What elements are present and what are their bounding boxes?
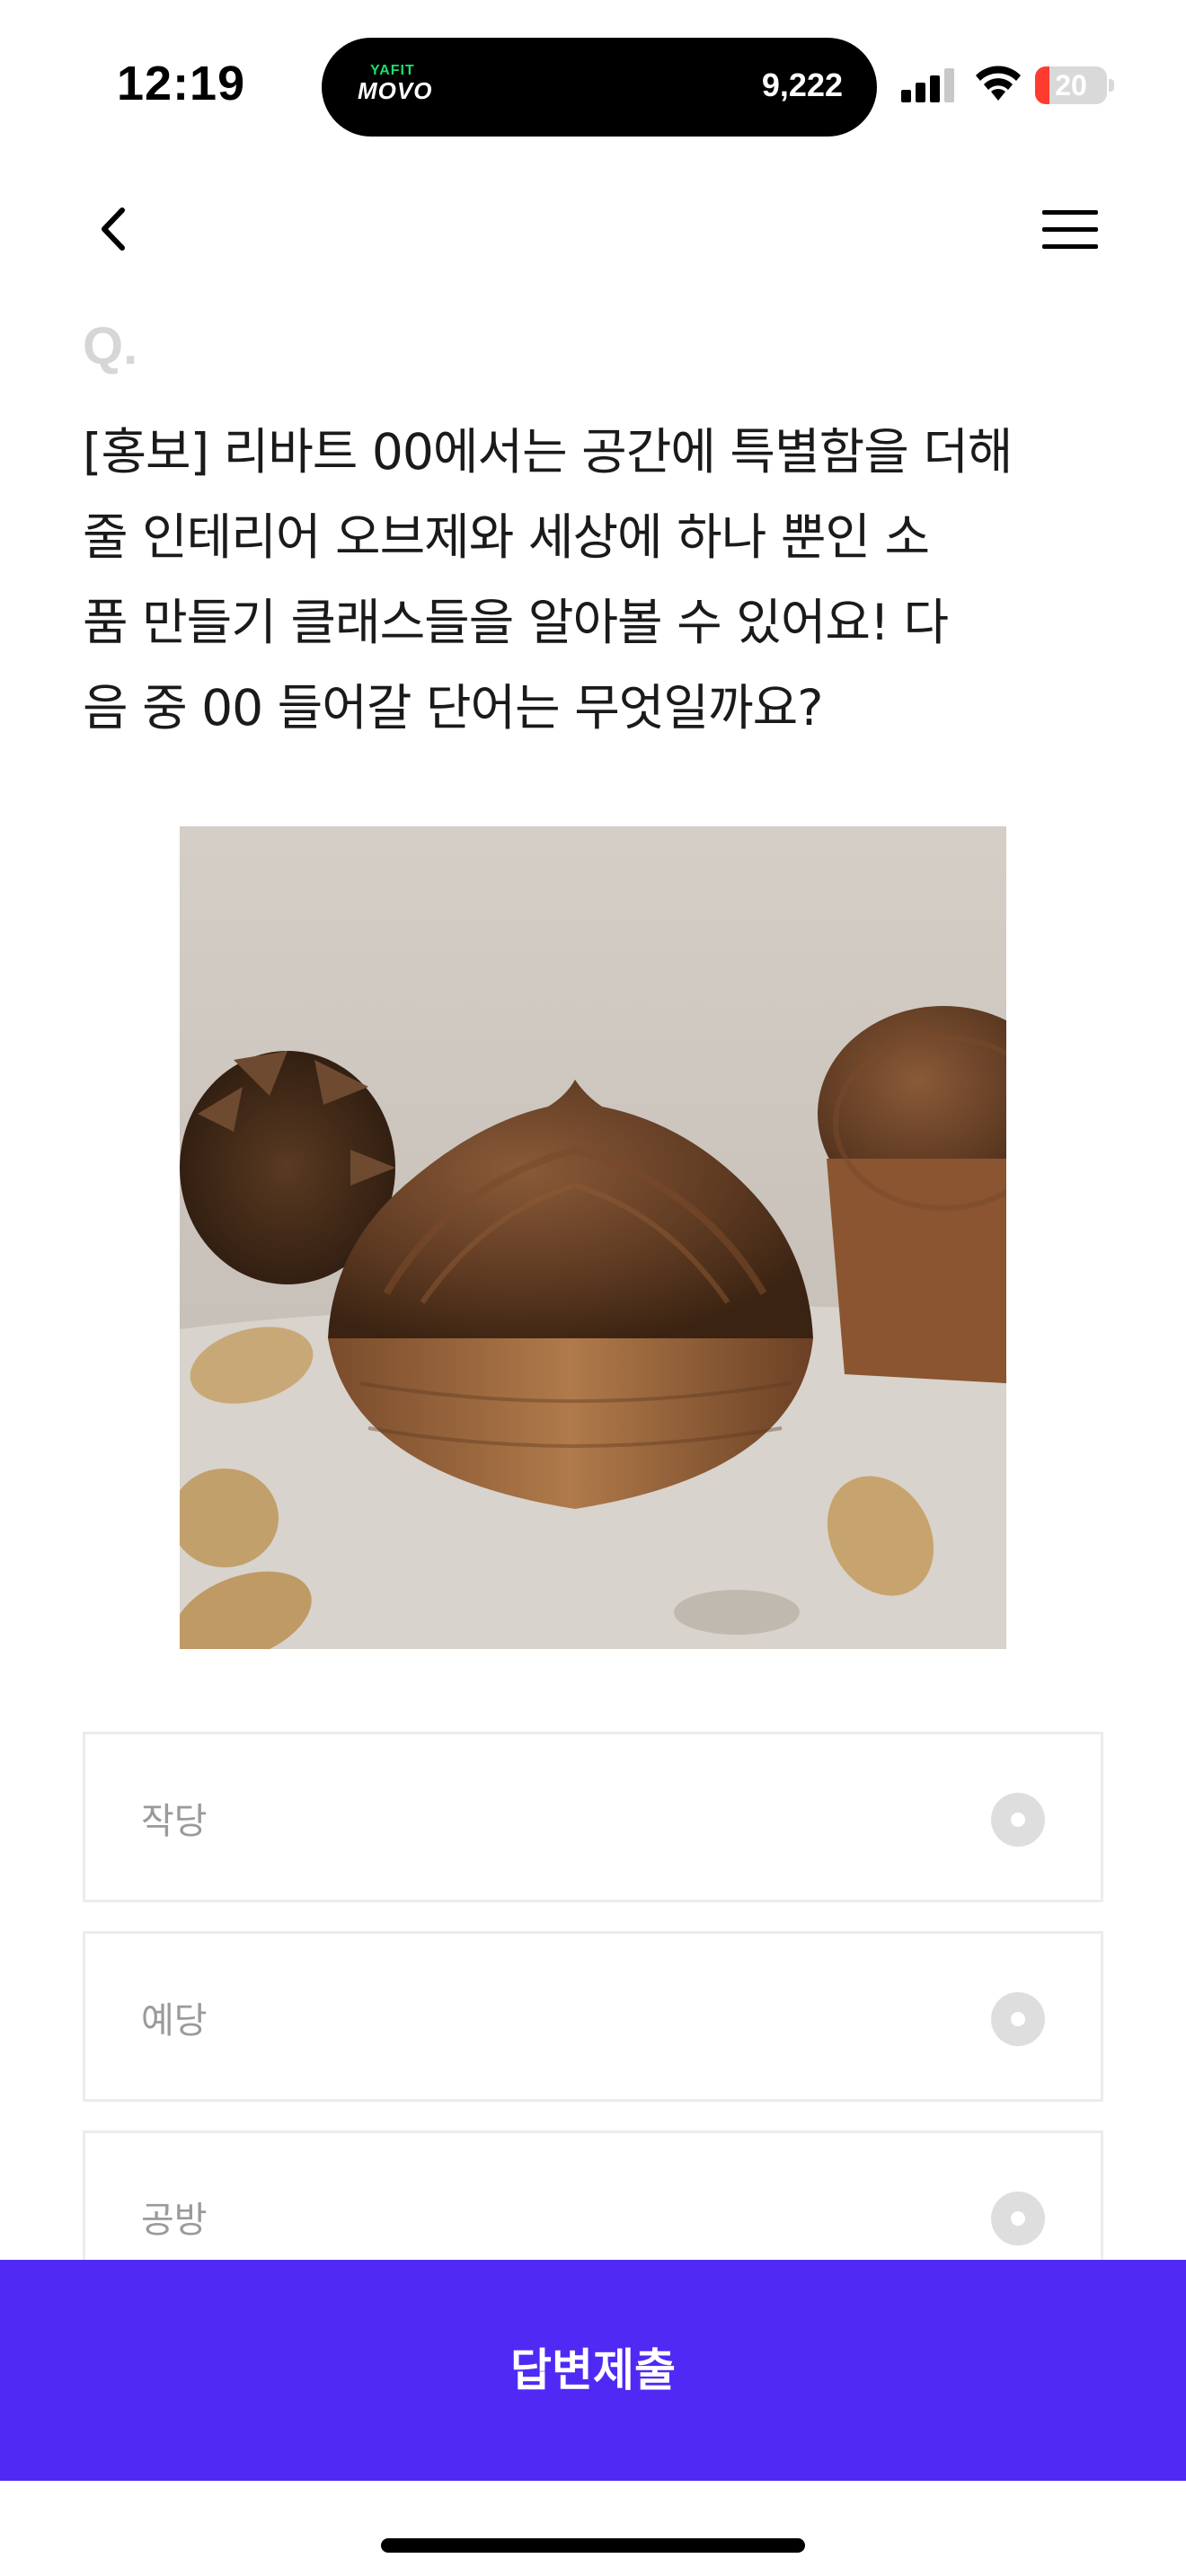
dynamic-island: YAFIT MOVO 9,222 xyxy=(322,38,877,137)
status-bar: 12:19 YAFIT MOVO 9,222 20 xyxy=(0,0,1186,171)
island-step-count: 9,222 xyxy=(761,66,843,103)
island-brand: MOVO xyxy=(358,77,433,104)
app-header xyxy=(0,171,1186,287)
home-indicator[interactable] xyxy=(381,2538,805,2553)
movo-logo: YAFIT MOVO xyxy=(358,63,438,117)
answer-option-label: 작당 xyxy=(141,1801,208,1842)
question-line: 음 중 00 들어갈 단어는 무엇일까요? xyxy=(83,679,823,737)
answer-option[interactable]: 작당 xyxy=(83,1732,1103,1902)
question-marker: Q. xyxy=(83,317,138,375)
hamburger-menu-icon[interactable] xyxy=(1033,198,1105,260)
submit-answer-button[interactable]: 답변제출 xyxy=(0,2260,1186,2481)
cellular-signal-icon xyxy=(901,66,957,102)
question-line: 품 만들기 클래스들을 알아볼 수 있어요! 다 xyxy=(83,594,949,651)
answer-option-label: 예당 xyxy=(141,2000,208,2042)
radio-button[interactable] xyxy=(991,1992,1045,2046)
question-line: [홍보] 리바트 00에서는 공간에 특별함을 더해 xyxy=(83,423,1013,481)
back-button[interactable] xyxy=(83,198,146,260)
answer-option-label: 공방 xyxy=(141,2200,208,2241)
battery-level-text: 20 xyxy=(1055,69,1087,101)
radio-button[interactable] xyxy=(991,1793,1045,1847)
question-text: [홍보] 리바트 00에서는 공간에 특별함을 더해 줄 인테리어 오브제와 세… xyxy=(83,410,1116,751)
radio-button[interactable] xyxy=(991,2192,1045,2245)
question-image xyxy=(180,826,1006,1649)
status-time: 12:19 xyxy=(117,57,246,110)
battery-icon: 20 xyxy=(1035,66,1114,104)
wifi-icon xyxy=(976,66,1021,101)
question-line: 줄 인테리어 오브제와 세상에 하나 뿐인 소 xyxy=(83,508,930,566)
answer-option[interactable]: 예당 xyxy=(83,1931,1103,2102)
